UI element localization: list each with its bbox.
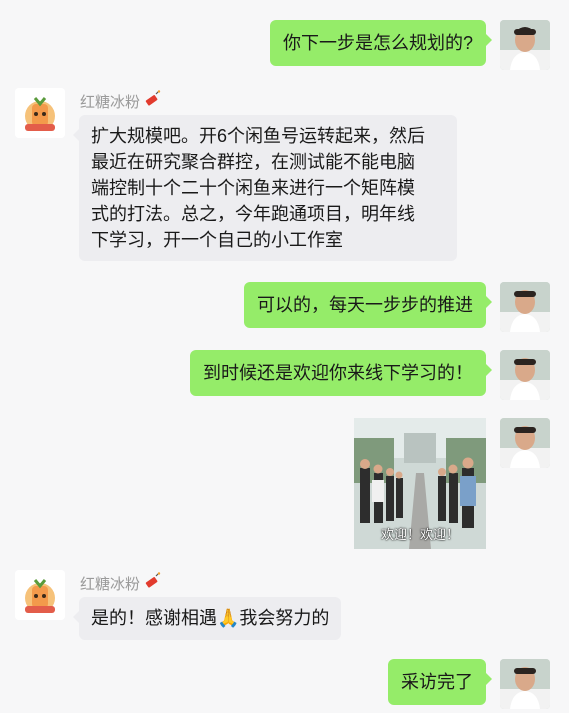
message-text: 到时候还是欢迎你来线下学习的！ — [203, 363, 473, 383]
message-bubble-self[interactable]: 采访完了 — [388, 659, 492, 705]
sender-name-text: 红糖冰粉 — [80, 93, 141, 111]
message-line: 最近在研究聚合群控，在测试能不能电脑 — [91, 152, 415, 172]
contact-avatar-icon — [15, 88, 65, 138]
self-avatar[interactable] — [500, 282, 550, 332]
firecracker-icon — [143, 572, 161, 594]
contact-avatar[interactable] — [15, 570, 65, 620]
self-avatar-photo — [500, 20, 550, 70]
folded-hands-icon: 🙏 — [217, 608, 240, 629]
message-bubble-other[interactable]: 扩大规模吧。开6个闲鱼号运转起来，然后 最近在研究聚合群控，在测试能不能电脑 端… — [73, 115, 457, 261]
self-avatar[interactable] — [500, 418, 550, 468]
message-text: 采访完了 — [401, 672, 473, 692]
self-avatar-photo — [500, 350, 550, 400]
message-bubble-self[interactable]: 你下一步是怎么规划的? — [269, 20, 493, 66]
contact-avatar[interactable] — [15, 88, 65, 138]
message-line: 端控制十个二十个闲鱼来进行一个矩阵模 — [91, 178, 415, 198]
message-text: 我会努力的 — [239, 608, 330, 628]
message-line: 下学习，开一个自己的小工作室 — [91, 230, 343, 250]
self-avatar-photo — [500, 659, 550, 709]
message-line: 式的打法。总之，今年跑通项目，明年线 — [91, 204, 415, 224]
sender-name: 红糖冰粉 — [80, 572, 161, 594]
self-avatar-photo — [500, 418, 550, 468]
self-avatar[interactable] — [500, 350, 550, 400]
sender-name: 红糖冰粉 — [80, 90, 161, 112]
message-text: 是的！感谢相遇 — [91, 608, 217, 628]
message-text: 你下一步是怎么规划的? — [282, 33, 473, 53]
message-bubble-self[interactable]: 可以的，每天一步步的推进 — [244, 282, 492, 328]
message-bubble-self[interactable]: 到时候还是欢迎你来线下学习的！ — [190, 350, 492, 396]
chat-area: 你下一步是怎么规划的? 红糖冰粉 扩大规模吧。开6个闲鱼号运转起来，然后 最近在… — [0, 0, 569, 713]
photo-caption: 欢迎！欢迎！ — [380, 527, 459, 542]
message-line: 扩大规模吧。开6个闲鱼号运转起来，然后 — [91, 126, 426, 146]
shared-photo[interactable]: 欢迎！欢迎！ — [354, 418, 486, 549]
message-text: 可以的，每天一步步的推进 — [257, 295, 473, 315]
sender-name-text: 红糖冰粉 — [80, 575, 141, 593]
self-avatar[interactable] — [500, 659, 550, 709]
firecracker-icon — [143, 90, 161, 112]
message-bubble-other[interactable]: 是的！感谢相遇🙏我会努力的 — [72, 597, 342, 640]
contact-avatar-icon — [15, 570, 65, 620]
self-avatar[interactable] — [500, 20, 550, 70]
self-avatar-photo — [500, 282, 550, 332]
